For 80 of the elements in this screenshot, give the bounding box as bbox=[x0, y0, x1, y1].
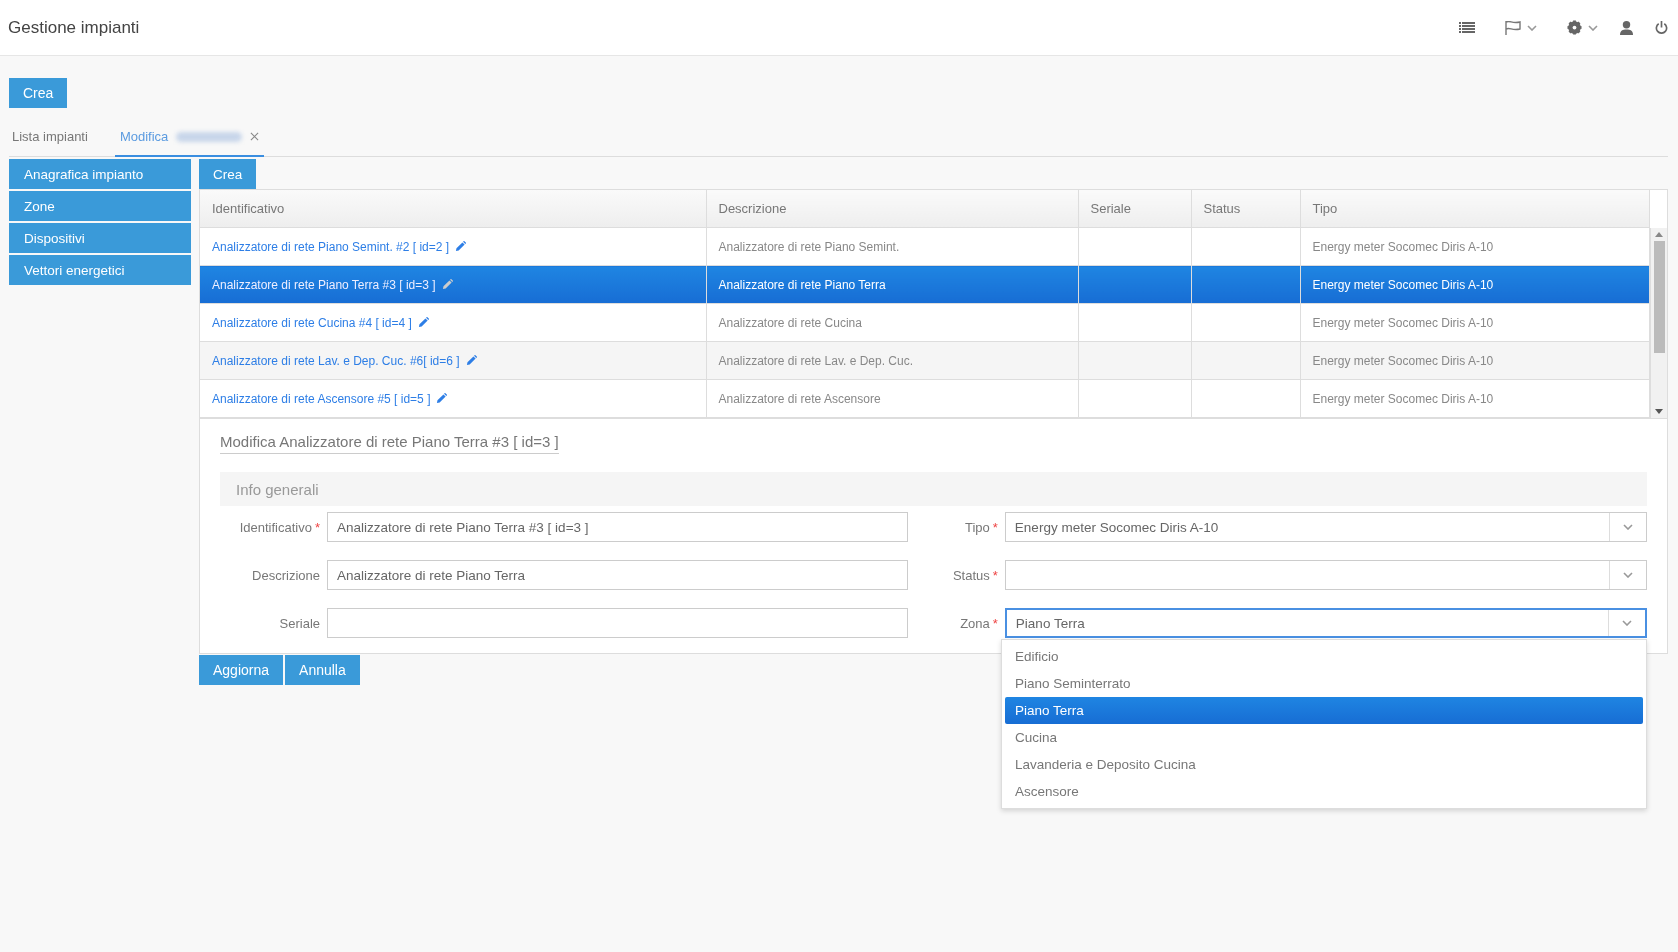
table-cell: Energy meter Socomec Diris A-10 bbox=[1312, 391, 1494, 406]
device-link[interactable]: Analizzatore di rete Lav. e Dep. Cuc. #6[ id=6 ] bbox=[212, 353, 460, 368]
chevron-down-icon bbox=[1622, 620, 1632, 626]
pencil-icon[interactable] bbox=[436, 393, 448, 404]
device-link[interactable]: Analizzatore di rete Cucina #4 [ id=4 ] bbox=[212, 315, 412, 330]
form-title: Modifica Analizzatore di rete Piano Terra #3 [ id=3 ] bbox=[220, 433, 559, 454]
required-mark: * bbox=[314, 519, 320, 535]
table-row[interactable]: Analizzatore di rete Piano Terra #3 [ id=3 ] Analizzatore di rete Piano Terra Energy meter Socomec Diris A-10 bbox=[200, 265, 1650, 304]
dropdown-option[interactable]: Lavanderia e Deposito Cucina bbox=[1005, 751, 1643, 778]
select-field[interactable]: Energy meter Socomec Diris A-10 bbox=[1004, 512, 1647, 542]
dropdown-option[interactable]: Cucina bbox=[1005, 724, 1643, 751]
field-label: Tipo bbox=[965, 519, 990, 535]
text-field[interactable]: Analizzatore di rete Piano Terra bbox=[327, 560, 908, 590]
caret-icon bbox=[1527, 24, 1537, 31]
table-cell: Energy meter Socomec Diris A-10 bbox=[1312, 277, 1494, 292]
scroll-up-icon[interactable] bbox=[1655, 232, 1664, 237]
pencil-icon[interactable] bbox=[455, 241, 467, 252]
column-header[interactable]: Identificativo bbox=[200, 190, 706, 228]
table-cell: Analizzatore di rete Lav. e Dep. Cuc. bbox=[718, 353, 914, 368]
pencil-icon[interactable] bbox=[417, 317, 429, 328]
table-cell: Energy meter Socomec Diris A-10 bbox=[1312, 315, 1494, 330]
column-header[interactable]: Seriale bbox=[1078, 190, 1191, 228]
table-cell: Analizzatore di rete Piano Semint. bbox=[718, 239, 900, 254]
field-label: Status bbox=[952, 567, 990, 583]
table-cell: Energy meter Socomec Diris A-10 bbox=[1312, 353, 1494, 368]
table-row[interactable]: Analizzatore di rete Ascensore #5 [ id=5 ] Analizzatore di rete Ascensore Energy meter Socomec Diris A-10 bbox=[200, 379, 1650, 418]
settings-icon[interactable] bbox=[1567, 20, 1582, 35]
power-icon[interactable] bbox=[1655, 21, 1668, 34]
table-cell: Energy meter Socomec Diris A-10 bbox=[1312, 239, 1494, 254]
create-button[interactable]: Crea bbox=[9, 78, 68, 108]
table-row[interactable]: Analizzatore di rete Piano Semint. #2 [ id=2 ] Analizzatore di rete Piano Semint. Energy meter Socomec Diris A-10 bbox=[200, 227, 1650, 266]
text-field[interactable]: Analizzatore di rete Piano Terra #3 [ id=3 ] bbox=[327, 512, 908, 542]
scrollbar[interactable] bbox=[1650, 228, 1667, 418]
section-header: Info generali bbox=[220, 472, 1647, 506]
action-button[interactable]: Aggiorna bbox=[199, 655, 284, 685]
tab[interactable]: Lista impianti bbox=[9, 118, 91, 157]
close-icon[interactable] bbox=[250, 132, 260, 141]
required-mark: * bbox=[992, 567, 998, 583]
dropdown-option[interactable]: Edificio bbox=[1005, 643, 1643, 670]
field-label: Identificativo bbox=[239, 519, 312, 535]
caret-icon bbox=[1588, 24, 1598, 31]
select-field[interactable]: Piano Terra bbox=[1004, 608, 1647, 638]
action-button[interactable]: Annulla bbox=[285, 655, 360, 685]
chevron-down-icon bbox=[1623, 524, 1633, 530]
device-link[interactable]: Analizzatore di rete Ascensore #5 [ id=5 ] bbox=[212, 391, 431, 406]
flag-icon[interactable] bbox=[1505, 20, 1521, 35]
list-icon[interactable] bbox=[1459, 21, 1475, 34]
table-row[interactable]: Analizzatore di rete Lav. e Dep. Cuc. #6[ id=6 ] Analizzatore di rete Lav. e Dep. Cuc. Energy meter Socomec Diris A-10 bbox=[200, 341, 1650, 380]
text-field[interactable] bbox=[327, 608, 908, 638]
pencil-icon[interactable] bbox=[441, 279, 453, 290]
tab[interactable]: Modifica bbox=[114, 118, 265, 157]
sidebar-item[interactable]: Anagrafica impianto bbox=[9, 159, 191, 189]
column-header[interactable]: Status bbox=[1191, 190, 1300, 228]
dropdown-option[interactable]: Ascensore bbox=[1005, 778, 1643, 805]
scroll-down-icon[interactable] bbox=[1655, 409, 1664, 414]
device-link[interactable]: Analizzatore di rete Piano Semint. #2 [ id=2 ] bbox=[212, 239, 450, 254]
field-label: Descrizione bbox=[252, 567, 320, 583]
sidebar-item[interactable]: Vettori energetici bbox=[9, 255, 191, 285]
dropdown-option[interactable]: Piano Seminterrato bbox=[1005, 670, 1643, 697]
dropdown-option[interactable]: Piano Terra bbox=[1005, 697, 1643, 724]
chevron-down-icon bbox=[1623, 572, 1633, 578]
page-title: Gestione impianti bbox=[8, 17, 141, 38]
table-cell: Analizzatore di rete Piano Terra bbox=[718, 277, 886, 292]
sidebar-item[interactable]: Zone bbox=[9, 191, 191, 221]
field-label: Zona bbox=[960, 615, 990, 631]
field-label: Seriale bbox=[279, 615, 320, 631]
table-cell: Analizzatore di rete Ascensore bbox=[718, 391, 881, 406]
pencil-icon[interactable] bbox=[465, 355, 477, 366]
table-row[interactable]: Analizzatore di rete Cucina #4 [ id=4 ] Analizzatore di rete Cucina Energy meter Socomec Diris A-10 bbox=[200, 303, 1650, 342]
select-field[interactable] bbox=[1004, 560, 1647, 590]
column-header[interactable]: Descrizione bbox=[706, 190, 1078, 228]
required-mark: * bbox=[992, 519, 998, 535]
user-icon[interactable] bbox=[1620, 20, 1633, 35]
create-button[interactable]: Crea bbox=[199, 159, 257, 189]
required-mark: * bbox=[992, 615, 998, 631]
device-link[interactable]: Analizzatore di rete Piano Terra #3 [ id=3 ] bbox=[212, 277, 436, 292]
column-header[interactable]: Tipo bbox=[1300, 190, 1650, 228]
sidebar-item[interactable]: Dispositivi bbox=[9, 223, 191, 253]
table-cell: Analizzatore di rete Cucina bbox=[718, 315, 862, 330]
blurred-text bbox=[176, 131, 243, 142]
